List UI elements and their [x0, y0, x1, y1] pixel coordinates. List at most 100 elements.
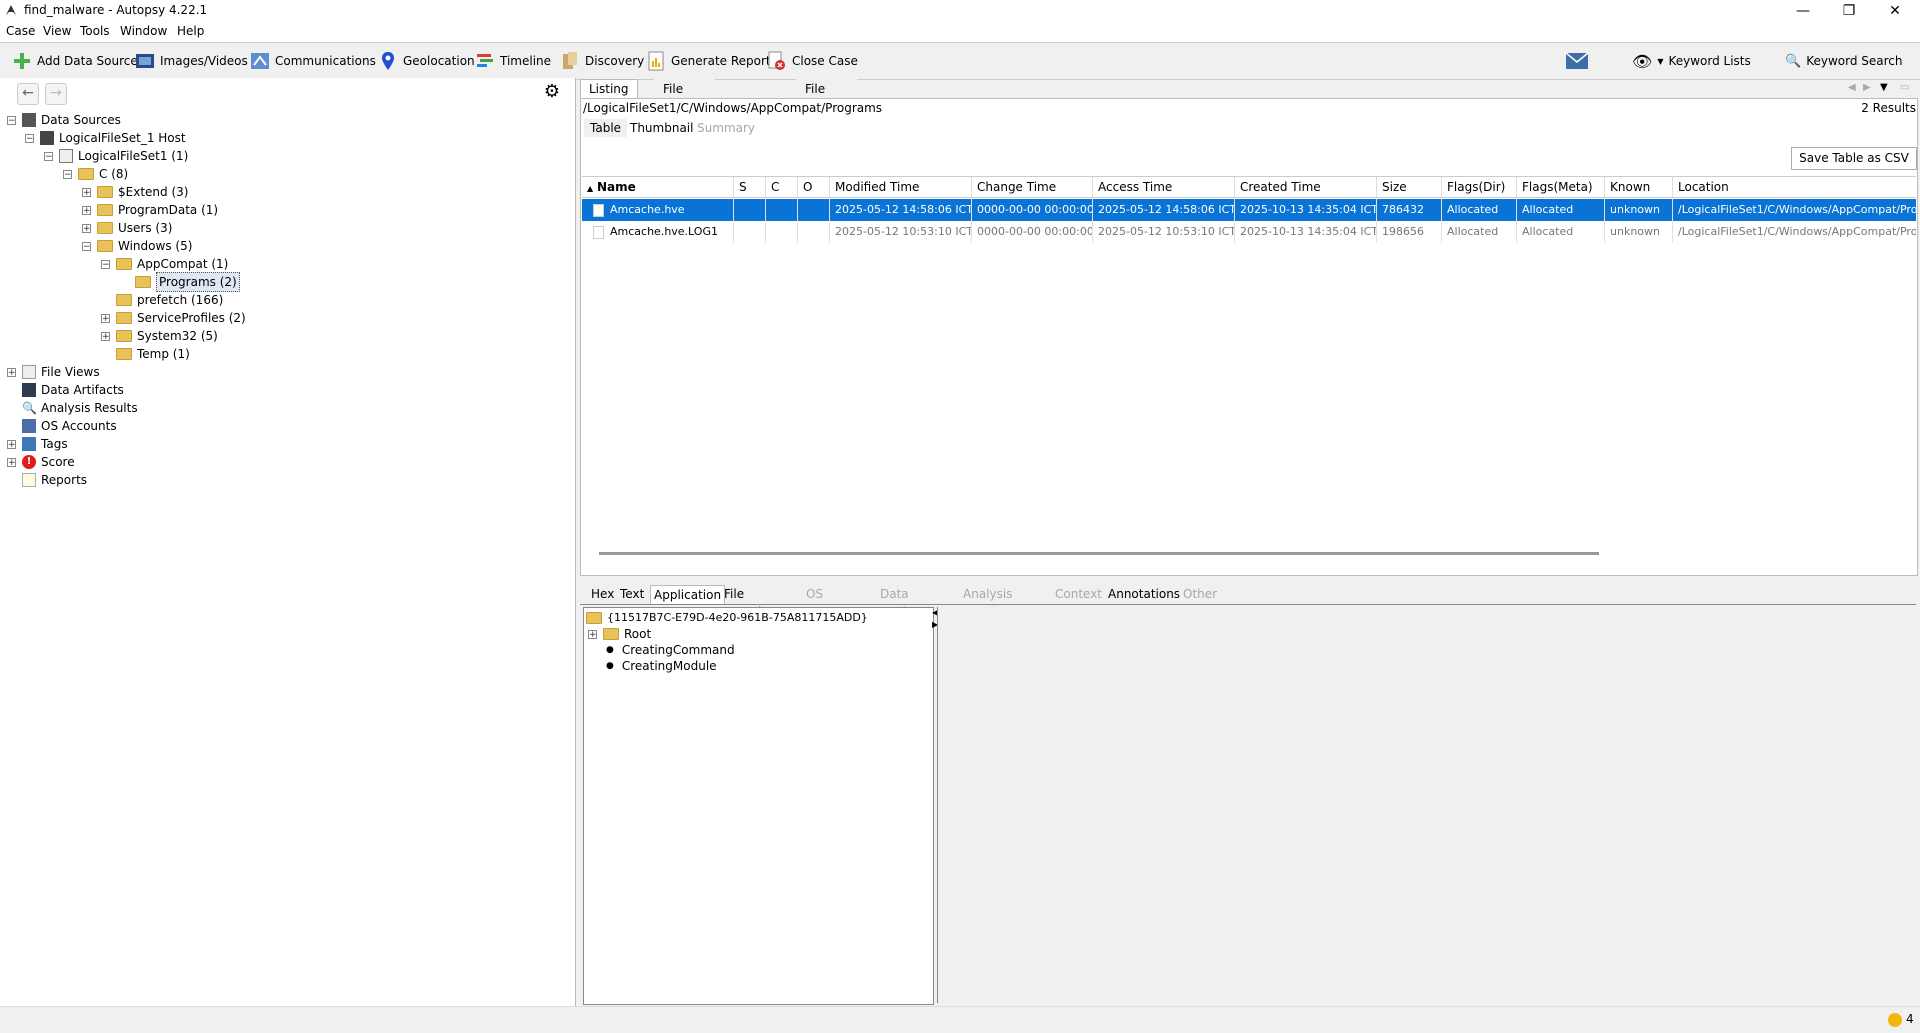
tab-hex[interactable]: Hex	[588, 585, 617, 603]
column-header-flags-dir[interactable]: Flags(Dir)	[1442, 177, 1517, 198]
forward-button[interactable]: →	[45, 83, 67, 105]
tab-list-dropdown-icon[interactable]: ▼	[1880, 82, 1888, 93]
menu-help[interactable]: Help	[177, 24, 204, 38]
close-window-button[interactable]: ✕	[1872, 0, 1918, 22]
menu-case[interactable]: Case	[6, 24, 35, 38]
tree-c[interactable]: − C (8)	[63, 165, 128, 183]
collapse-icon[interactable]: −	[63, 169, 72, 179]
collapse-icon[interactable]: −	[7, 115, 16, 125]
collapse-icon[interactable]: −	[101, 259, 110, 269]
tree-users[interactable]: + Users (3)	[82, 219, 172, 237]
tree-programs[interactable]: Programs (2)	[135, 272, 240, 292]
column-header-modified-time[interactable]: Modified Time	[830, 177, 972, 198]
tab-other-occurrences[interactable]: Other Occurrences	[1180, 585, 1261, 619]
tree-creating-module[interactable]: ● CreatingModule	[606, 657, 717, 675]
expand-icon[interactable]: +	[101, 331, 110, 341]
tab-scroll-right-icon[interactable]: ▶	[1863, 82, 1871, 93]
tab-file-metadata[interactable]: File Metadata	[721, 585, 784, 619]
communications-button[interactable]: Communications	[250, 51, 376, 71]
maximize-panel-icon[interactable]: ▭	[1900, 82, 1909, 93]
keyword-search-button[interactable]: 🔍 Keyword Search	[1785, 51, 1902, 71]
tree-tags[interactable]: + Tags	[7, 435, 68, 453]
menu-view[interactable]: View	[43, 24, 71, 38]
back-button[interactable]: ←	[17, 83, 39, 105]
tab-file-search-results-2[interactable]: File Search Results 2 ✕	[796, 79, 858, 153]
table-row[interactable]: Amcache.hve 2025-05-12 14:58:06 ICT 0000…	[582, 199, 1916, 221]
tree-reports[interactable]: Reports	[22, 471, 87, 489]
geolocation-button[interactable]: Geolocation	[378, 51, 475, 71]
expand-icon[interactable]: +	[82, 223, 91, 233]
minimize-button[interactable]: —	[1780, 0, 1826, 22]
collapse-icon[interactable]: −	[82, 241, 91, 251]
cell-size: 786432	[1377, 199, 1442, 221]
tab-file-search-results-1[interactable]: File Search Results 1 ✕	[654, 79, 716, 153]
settings-gear-icon[interactable]: ⚙	[542, 82, 562, 102]
tree-windows[interactable]: − Windows (5)	[82, 237, 192, 255]
tree-score[interactable]: +! Score	[7, 453, 75, 471]
horizontal-scrollbar[interactable]	[599, 552, 1599, 555]
tree-system32[interactable]: + System32 (5)	[101, 327, 218, 345]
discovery-button[interactable]: Discovery	[560, 51, 644, 71]
column-header-access-time[interactable]: Access Time	[1093, 177, 1235, 198]
expand-icon[interactable]: +	[588, 629, 597, 639]
tree-prefetch[interactable]: prefetch (166)	[116, 291, 223, 309]
tab-thumbnail[interactable]: Thumbnail	[630, 121, 693, 135]
column-header-change-time[interactable]: Change Time	[972, 177, 1093, 198]
cell-o	[798, 221, 830, 243]
generate-report-button[interactable]: Generate Report	[646, 51, 771, 71]
tab-scroll-left-icon[interactable]: ◀	[1848, 82, 1856, 93]
collapse-icon[interactable]: −	[25, 133, 34, 143]
expand-icon[interactable]: +	[7, 439, 16, 449]
column-header-flags-meta[interactable]: Flags(Meta)	[1517, 177, 1605, 198]
tree-extend[interactable]: + $Extend (3)	[82, 183, 188, 201]
mail-icon[interactable]	[1565, 52, 1589, 70]
tab-summary[interactable]: Summary	[697, 121, 755, 135]
add-data-source-button[interactable]: Add Data Source	[12, 51, 138, 71]
expand-icon[interactable]: +	[82, 187, 91, 197]
menu-window[interactable]: Window	[120, 24, 167, 38]
expand-icon[interactable]: +	[7, 367, 16, 377]
tab-application[interactable]: Application	[650, 585, 726, 604]
save-table-csv-button[interactable]: Save Table as CSV	[1791, 147, 1917, 170]
tab-analysis-results[interactable]: Analysis Results	[960, 585, 1015, 619]
tree-file-views[interactable]: + File Views	[7, 363, 100, 381]
tree-data-artifacts[interactable]: Data Artifacts	[22, 381, 124, 399]
column-header-created-time[interactable]: Created Time	[1235, 177, 1377, 198]
timeline-button[interactable]: Timeline	[475, 51, 551, 71]
tree-os-accounts[interactable]: OS Accounts	[22, 417, 117, 435]
table-row[interactable]: Amcache.hve.LOG1 2025-05-12 10:53:10 ICT…	[582, 221, 1916, 243]
keyword-lists-button[interactable]: 👁 ▼ Keyword Lists	[1632, 51, 1751, 71]
column-header-s[interactable]: S	[734, 177, 766, 198]
tree-temp[interactable]: Temp (1)	[116, 345, 190, 363]
restore-button[interactable]: ❐	[1826, 0, 1872, 22]
column-header-size[interactable]: Size	[1377, 177, 1442, 198]
expand-icon[interactable]: +	[7, 457, 16, 467]
menu-tools[interactable]: Tools	[80, 24, 110, 38]
tree-programdata[interactable]: + ProgramData (1)	[82, 201, 218, 219]
tree-analysis-results[interactable]: 🔍 Analysis Results	[22, 399, 138, 417]
tab-context[interactable]: Context	[1052, 585, 1105, 603]
tree-fileset[interactable]: − LogicalFileSet1 (1)	[44, 147, 188, 165]
cell-o	[798, 199, 830, 221]
close-case-button[interactable]: Close Case	[767, 51, 858, 71]
tree-data-sources[interactable]: − Data Sources	[7, 111, 121, 129]
notification-icon[interactable]	[1888, 1013, 1902, 1027]
column-header-known[interactable]: Known	[1605, 177, 1673, 198]
tab-table[interactable]: Table	[584, 119, 628, 137]
column-header-name[interactable]: ▲ Name	[582, 177, 734, 198]
tab-listing[interactable]: Listing	[580, 79, 638, 100]
column-header-location[interactable]: Location	[1673, 177, 1916, 198]
column-header-o[interactable]: O	[798, 177, 830, 198]
images-videos-button[interactable]: Images/Videos	[135, 51, 248, 71]
tree-serviceprofiles[interactable]: + ServiceProfiles (2)	[101, 309, 246, 327]
tree-host[interactable]: − LogicalFileSet_1 Host	[25, 129, 186, 147]
tab-os-account[interactable]: OS Account	[803, 585, 857, 619]
collapse-icon[interactable]: −	[44, 151, 53, 161]
tab-annotations[interactable]: Annotations	[1105, 585, 1183, 603]
expand-icon[interactable]: +	[101, 313, 110, 323]
tab-data-artifacts[interactable]: Data Artifacts	[877, 585, 933, 619]
expand-icon[interactable]: +	[82, 205, 91, 215]
column-header-c[interactable]: C	[766, 177, 798, 198]
tab-text[interactable]: Text	[617, 585, 647, 603]
tree-appcompat[interactable]: − AppCompat (1)	[101, 255, 228, 273]
